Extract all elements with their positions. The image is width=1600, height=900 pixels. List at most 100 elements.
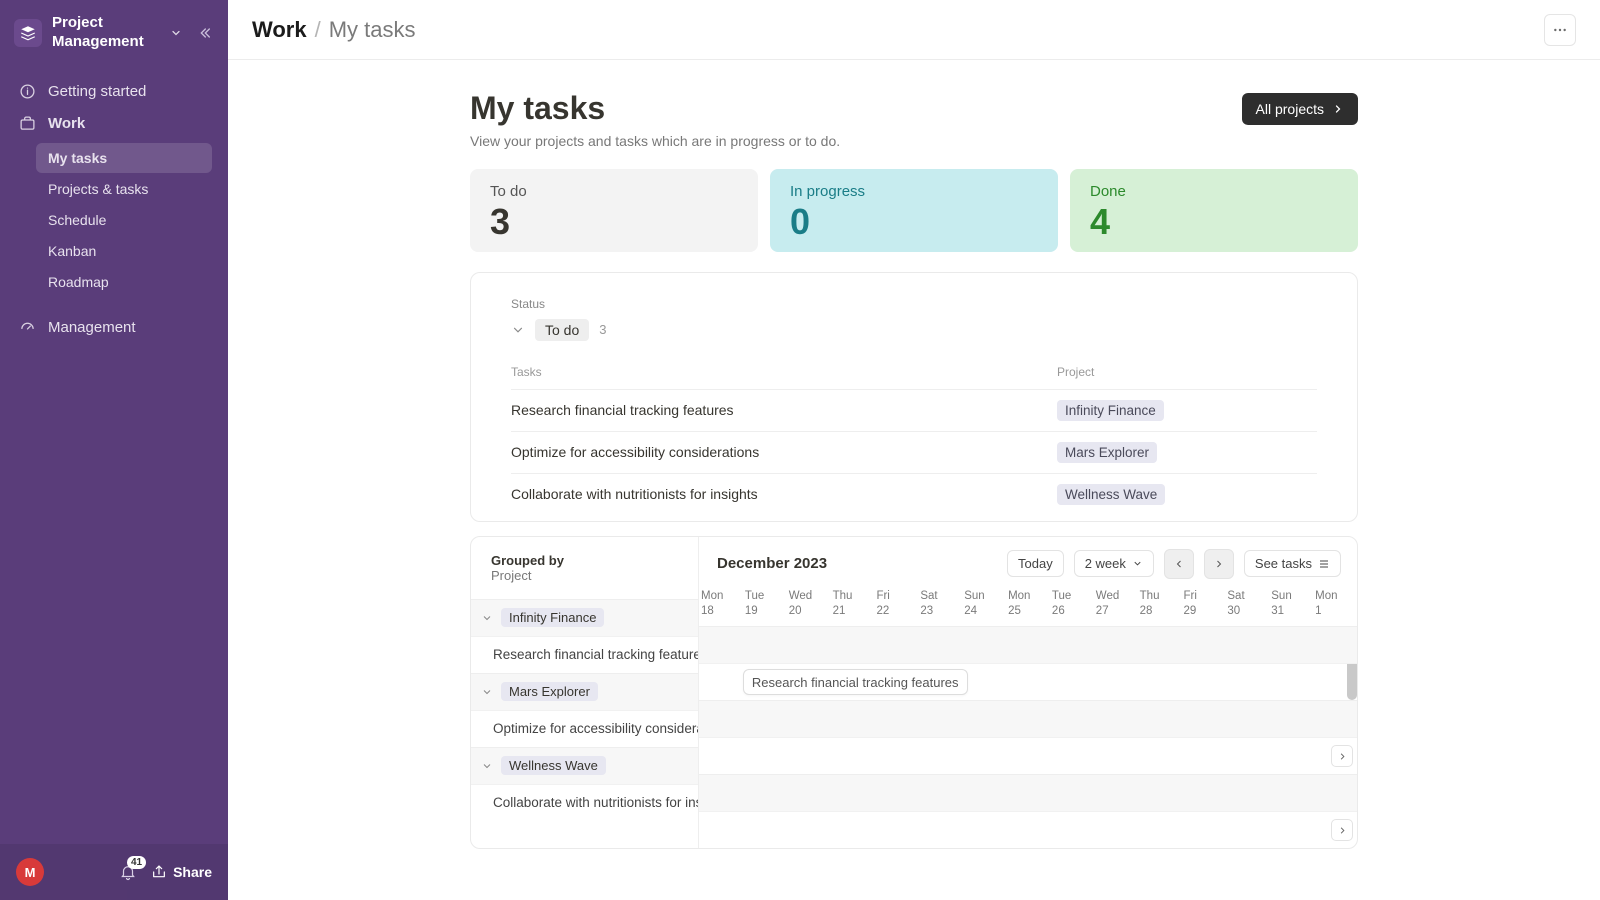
breadcrumb-leaf[interactable]: My tasks <box>329 17 416 43</box>
notification-count-badge: 41 <box>127 856 146 869</box>
column-header-tasks: Tasks <box>511 365 1057 379</box>
sidebar-item-work[interactable]: Work <box>8 108 220 140</box>
task-name: Collaborate with nutritionists for insig… <box>511 486 1057 502</box>
timeline-body-task-row[interactable] <box>699 737 1357 774</box>
collapse-sidebar-button[interactable] <box>192 21 216 45</box>
timeline-body-task-row[interactable]: Research financial tracking features <box>699 663 1357 700</box>
timeline-task-label[interactable]: Collaborate with nutritionists for insig… <box>471 784 698 821</box>
share-button[interactable]: Share <box>151 864 212 880</box>
sidebar-subitem-my-tasks[interactable]: My tasks <box>36 143 212 173</box>
button-label: See tasks <box>1255 556 1312 571</box>
sidebar-subitem-label: Roadmap <box>48 274 109 290</box>
sidebar-subitem-label: My tasks <box>48 150 107 166</box>
status-group-header[interactable]: To do 3 <box>511 319 1317 341</box>
timeline-group-row[interactable]: Wellness Wave <box>471 747 698 784</box>
status-panel: Status To do 3 Tasks Project Research fi… <box>470 272 1358 522</box>
task-row[interactable]: Research financial tracking features Inf… <box>511 389 1317 431</box>
timeline-bar[interactable]: Research financial tracking features <box>743 669 968 695</box>
workspace-logo <box>14 19 42 47</box>
project-pill[interactable]: Infinity Finance <box>1057 400 1164 421</box>
briefcase-icon <box>18 115 36 133</box>
timeline-day-cell: Tue26 <box>1050 589 1094 619</box>
status-count: 3 <box>599 322 606 337</box>
timeline-day-cell: Thu28 <box>1138 589 1182 619</box>
notifications-button[interactable]: 41 <box>119 863 137 881</box>
project-pill: Wellness Wave <box>501 756 606 775</box>
timeline-task-label[interactable]: Research financial tracking features <box>471 636 698 673</box>
timeline-left-column: Grouped by Project Infinity FinanceResea… <box>471 537 699 849</box>
all-projects-button[interactable]: All projects <box>1242 93 1358 125</box>
timeline-body[interactable]: Research financial tracking features <box>699 626 1357 848</box>
chevron-right-icon <box>1332 103 1344 115</box>
sidebar-item-label: Getting started <box>48 83 146 100</box>
project-pill[interactable]: Mars Explorer <box>1057 442 1157 463</box>
timeline-group-row[interactable]: Mars Explorer <box>471 673 698 710</box>
share-label: Share <box>173 864 212 880</box>
stats-row: To do 3 In progress 0 Done 4 <box>470 169 1358 252</box>
sidebar-subitem-label: Schedule <box>48 212 106 228</box>
column-header-project: Project <box>1057 365 1317 379</box>
workspace-name: Project Management <box>52 14 166 52</box>
see-tasks-button[interactable]: See tasks <box>1244 550 1341 577</box>
stat-card-done[interactable]: Done 4 <box>1070 169 1358 252</box>
stat-card-todo[interactable]: To do 3 <box>470 169 758 252</box>
task-row[interactable]: Collaborate with nutritionists for insig… <box>511 473 1317 515</box>
today-button[interactable]: Today <box>1007 550 1064 577</box>
button-label: Today <box>1018 556 1053 571</box>
timeline-next-button[interactable] <box>1204 549 1234 579</box>
stat-label: To do <box>490 183 738 200</box>
timeline-day-cell: Sun24 <box>962 589 1006 619</box>
timeline-day-cell: Fri29 <box>1182 589 1226 619</box>
chevron-down-icon <box>170 27 182 39</box>
timeline-panel: Grouped by Project Infinity FinanceResea… <box>470 536 1358 850</box>
more-options-button[interactable] <box>1544 14 1576 46</box>
avatar-initial: M <box>25 865 36 880</box>
chevron-left-icon <box>1173 558 1185 570</box>
avatar[interactable]: M <box>16 858 44 886</box>
timeline-day-cell: Sat30 <box>1225 589 1269 619</box>
main: Work / My tasks My tasks All projects Vi… <box>228 0 1600 900</box>
timeline-offscreen-right-button[interactable] <box>1331 819 1353 841</box>
task-row[interactable]: Optimize for accessibility consideration… <box>511 431 1317 473</box>
dashboard-icon <box>18 319 36 337</box>
topbar: Work / My tasks <box>228 0 1600 60</box>
task-name: Research financial tracking features <box>511 402 1057 418</box>
timeline-toolbar: December 2023 Today 2 week <box>699 537 1357 583</box>
sidebar-work-children: My tasks Projects & tasks Schedule Kanba… <box>36 140 220 302</box>
timeline-right-column: December 2023 Today 2 week <box>699 537 1357 849</box>
chevron-down-icon[interactable] <box>481 686 493 698</box>
sidebar-subitem-label: Kanban <box>48 243 96 259</box>
timeline-task-label[interactable]: Optimize for accessibility consideration… <box>471 710 698 747</box>
stat-label: Done <box>1090 183 1338 200</box>
sidebar-item-management[interactable]: Management <box>8 312 220 344</box>
timeline-body-group-row <box>699 626 1357 663</box>
button-label: 2 week <box>1085 556 1126 571</box>
sidebar-subitem-projects-tasks[interactable]: Projects & tasks <box>36 174 212 204</box>
grouped-by-header[interactable]: Grouped by Project <box>471 537 698 599</box>
grouped-by-label: Grouped by <box>491 553 678 568</box>
timeline-day-header: Mon18Tue19Wed20Thu21Fri22Sat23Sun24Mon25… <box>699 583 1357 627</box>
status-eyebrow: Status <box>511 297 1317 311</box>
workspace-switcher[interactable]: Project Management <box>52 14 182 52</box>
timeline-body-task-row[interactable] <box>699 811 1357 848</box>
timeline-day-cell: Fri22 <box>874 589 918 619</box>
timeline-day-cell: Thu21 <box>831 589 875 619</box>
sidebar-subitem-roadmap[interactable]: Roadmap <box>36 267 212 297</box>
project-pill[interactable]: Wellness Wave <box>1057 484 1165 505</box>
chevron-down-icon[interactable] <box>511 323 525 337</box>
page-title: My tasks <box>470 90 1242 127</box>
timeline-prev-button[interactable] <box>1164 549 1194 579</box>
timeline-group-row[interactable]: Infinity Finance <box>471 599 698 636</box>
chevron-down-icon[interactable] <box>481 612 493 624</box>
content-scroll[interactable]: My tasks All projects View your projects… <box>228 60 1600 900</box>
sidebar-item-label: Management <box>48 319 136 336</box>
chevron-down-icon[interactable] <box>481 760 493 772</box>
sidebar-subitem-kanban[interactable]: Kanban <box>36 236 212 266</box>
sidebar-item-getting-started[interactable]: Getting started <box>8 76 220 108</box>
timeline-offscreen-right-button[interactable] <box>1331 745 1353 767</box>
range-select[interactable]: 2 week <box>1074 550 1154 577</box>
stat-card-in-progress[interactable]: In progress 0 <box>770 169 1058 252</box>
sidebar-subitem-schedule[interactable]: Schedule <box>36 205 212 235</box>
breadcrumb-root[interactable]: Work <box>252 17 307 43</box>
share-icon <box>151 864 167 880</box>
